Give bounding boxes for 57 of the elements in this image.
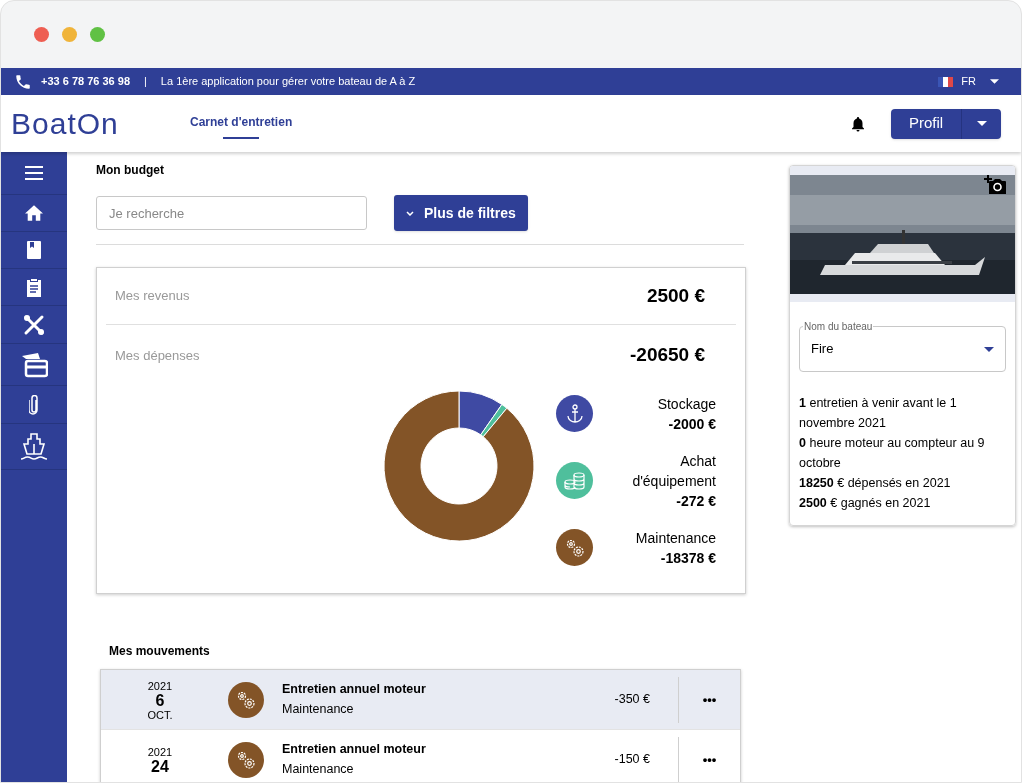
expenses-label: Mes dépenses bbox=[115, 346, 200, 365]
logo[interactable]: BoatOn bbox=[11, 101, 179, 146]
book-icon[interactable] bbox=[27, 241, 41, 259]
anchor-icon bbox=[565, 403, 584, 424]
movement-category: Maintenance bbox=[282, 761, 355, 778]
profile-button[interactable]: Profil bbox=[891, 108, 961, 139]
clipboard-icon[interactable] bbox=[26, 277, 42, 297]
more-button[interactable]: ••• bbox=[679, 689, 740, 710]
separator: | bbox=[144, 74, 147, 90]
date-month: OCT. bbox=[147, 708, 173, 722]
search-field[interactable]: Je recherche bbox=[96, 196, 367, 230]
caret-icon[interactable] bbox=[990, 79, 999, 84]
ship-icon[interactable] bbox=[20, 431, 48, 462]
home-icon[interactable] bbox=[25, 205, 43, 221]
phone-icon bbox=[14, 72, 32, 91]
add-photo-icon[interactable] bbox=[984, 175, 1006, 195]
tools-icon[interactable] bbox=[23, 313, 45, 336]
movement-row[interactable]: 2021 24 Entretien annuel moteur Maintenance -150 € ••• bbox=[101, 730, 740, 782]
category-amount: -272 € bbox=[675, 491, 716, 511]
boat-fact: 0 heure moteur au compteur au 9 octobre bbox=[799, 435, 986, 472]
select-value: Fire bbox=[811, 340, 834, 359]
more-button[interactable]: ••• bbox=[679, 749, 740, 770]
expenses-amount: -20650 € bbox=[630, 343, 706, 367]
date-day: 6 bbox=[155, 692, 165, 709]
category-name: Stockage bbox=[656, 394, 716, 414]
boat-fact: 18250 € dépensés en 2021 bbox=[799, 475, 952, 492]
revenue-label: Mes revenus bbox=[115, 287, 190, 306]
language-selector[interactable]: FR bbox=[961, 73, 976, 90]
category-amount: -18378 € bbox=[659, 548, 716, 568]
phone-number[interactable]: +33 6 78 76 36 98 bbox=[41, 73, 130, 90]
category-name: Achat d'équipement bbox=[631, 451, 716, 491]
movement-amount: -150 € bbox=[613, 751, 651, 769]
revenue-amount: 2500 € bbox=[646, 283, 706, 308]
nav-tab[interactable]: Carnet d'entretien bbox=[179, 95, 304, 152]
menu-icon[interactable] bbox=[25, 166, 43, 180]
section-title: Mes mouvements bbox=[109, 643, 211, 660]
cards-icon[interactable] bbox=[20, 351, 48, 378]
boat-fact: 2500 € gagnés en 2021 bbox=[799, 495, 932, 512]
movement-title: Entretien annuel moteur bbox=[282, 681, 427, 699]
date-year: 2021 bbox=[147, 679, 173, 693]
tagline: La 1ère application pour gérer votre bateau de A à Z bbox=[160, 74, 416, 90]
movement-amount: -350 € bbox=[613, 691, 651, 709]
category-name: Maintenance bbox=[634, 528, 716, 548]
movement-title: Entretien annuel moteur bbox=[282, 741, 427, 759]
category-amount: -2000 € bbox=[667, 414, 716, 434]
paperclip-icon[interactable] bbox=[29, 394, 39, 415]
movement-row[interactable]: 2021 6 OCT. Entretien annuel moteur Maintenance -350 € ••• bbox=[101, 670, 740, 730]
date-year: 2021 bbox=[147, 746, 173, 759]
movement-category: Maintenance bbox=[282, 701, 355, 718]
date-day: 24 bbox=[151, 759, 169, 775]
caret-icon bbox=[984, 346, 994, 352]
flag-icon bbox=[938, 76, 954, 87]
coins-icon bbox=[563, 471, 586, 490]
chevron-icon bbox=[406, 210, 414, 216]
section-title: Mon budget bbox=[96, 162, 165, 179]
caret-icon bbox=[976, 121, 987, 126]
filter-button[interactable]: Plus de filtres bbox=[394, 195, 528, 231]
